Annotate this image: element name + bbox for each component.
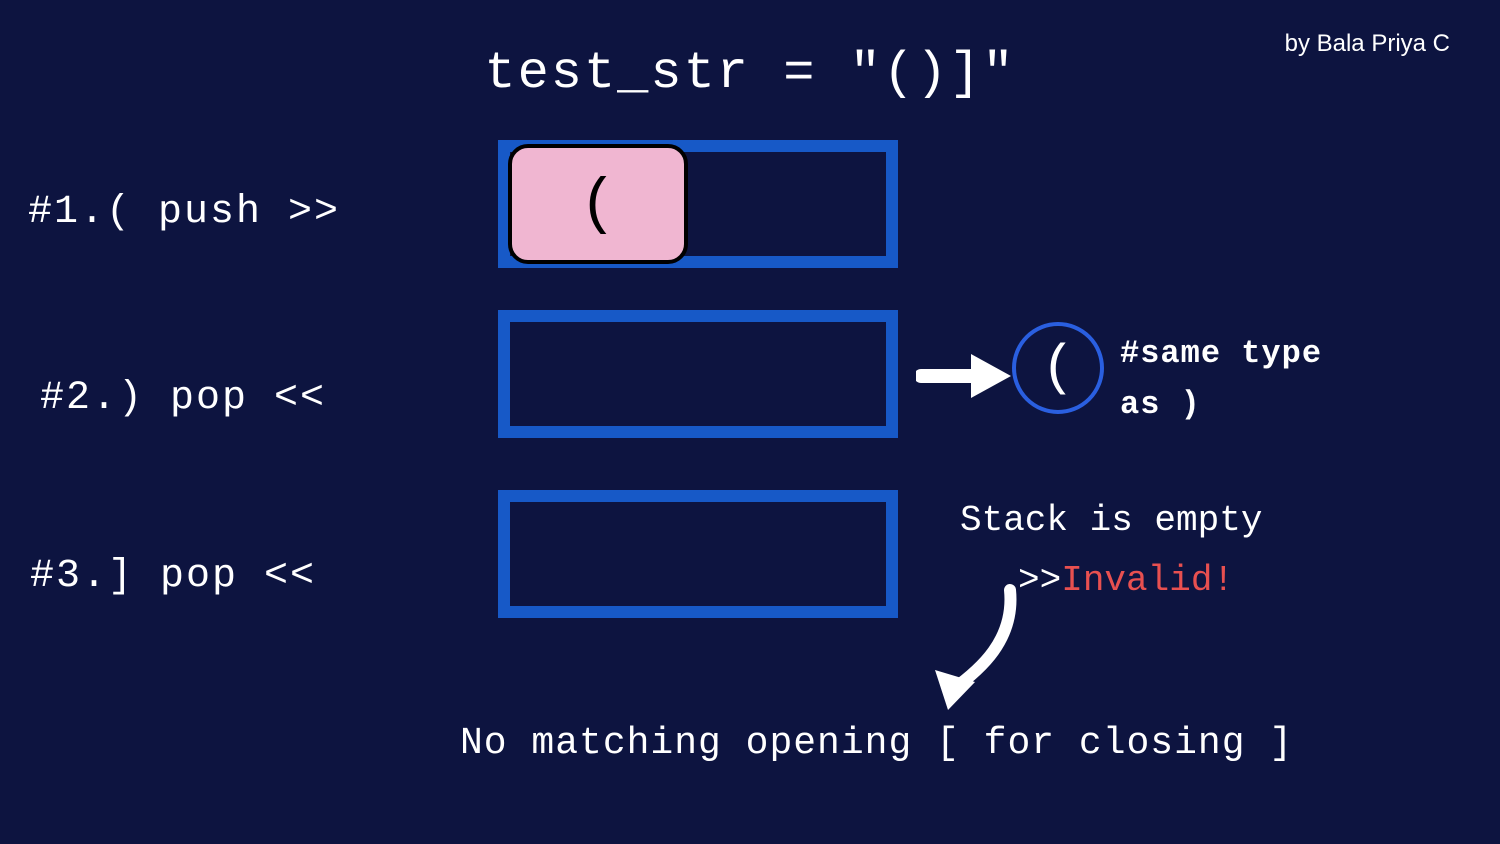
popped-char: ( — [1041, 336, 1075, 400]
note-invalid: >>Invalid! — [1018, 560, 1234, 601]
stack-box-2 — [498, 310, 898, 438]
arrow-right-icon — [916, 346, 1016, 406]
note-same-type-line2: as ) — [1120, 379, 1322, 430]
step2-label: #2.) pop << — [40, 376, 326, 421]
step3-label: #3.] pop << — [30, 554, 316, 599]
note-same-type-line1: #same type — [1120, 328, 1322, 379]
popped-char-circle: ( — [1012, 322, 1104, 414]
byline: by Bala Priya C — [1285, 30, 1450, 58]
note-same-type: #same type as ) — [1120, 328, 1322, 430]
note-invalid-text: Invalid! — [1061, 560, 1234, 601]
note-stack-empty: Stack is empty — [960, 500, 1262, 541]
curved-arrow-icon — [920, 570, 1030, 720]
code-title: test_str = "()]" — [0, 44, 1500, 103]
stack-item-tile: ( — [508, 144, 688, 264]
bottom-note: No matching opening [ for closing ] — [460, 722, 1293, 765]
stack-box-1: ( — [498, 140, 898, 268]
stack-box-3 — [498, 490, 898, 618]
stack-item-char: ( — [579, 169, 616, 240]
step1-label: #1.( push >> — [28, 190, 340, 235]
